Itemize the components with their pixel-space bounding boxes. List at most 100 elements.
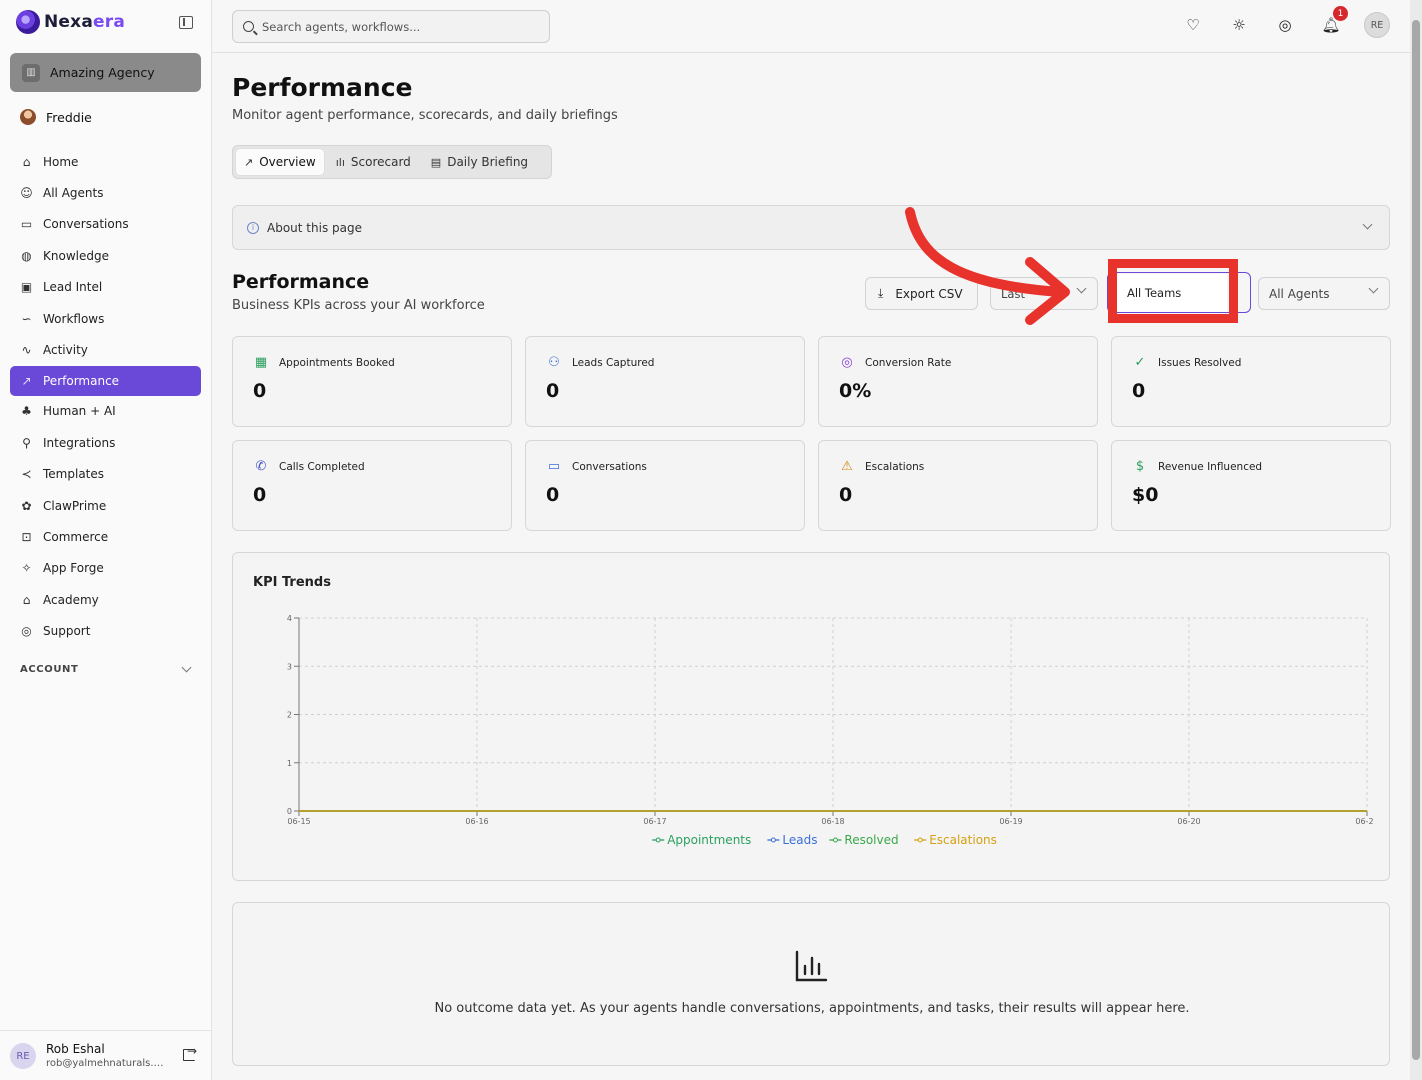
sidebar-footer: RE Rob Eshal rob@yalmehnaturals.c... (0, 1030, 212, 1080)
outcome-empty-text: No outcome data yet. As your agents hand… (434, 1001, 1190, 1016)
tab-overview[interactable]: ↗ Overview (236, 149, 324, 175)
search-box[interactable] (232, 10, 550, 43)
sidebar-item-lead-intel[interactable]: ▣ Lead Intel (10, 272, 201, 303)
conversations-icon: ▭ (20, 217, 33, 232)
top-avatar[interactable]: RE (1364, 12, 1390, 38)
lead-intel-icon: ▣ (20, 280, 33, 295)
sidebar-item-support[interactable]: ◎ Support (10, 615, 201, 646)
help-lifebuoy-icon[interactable]: ◎ (1272, 12, 1298, 38)
sidebar-item-integrations[interactable]: ⚲ Integrations (10, 427, 201, 458)
user-name: Freddie (46, 109, 92, 125)
sidebar-item-academy[interactable]: ⌂ Academy (10, 584, 201, 615)
sidebar-item-label: Performance (43, 373, 120, 388)
kpi-value: 0 (253, 484, 267, 506)
about-label: About this page (267, 220, 362, 235)
sidebar-item-human-ai[interactable]: ♣ Human + AI (10, 396, 201, 427)
escalations-icon: ⚠ (841, 459, 853, 474)
kpi-value: 0 (253, 380, 267, 402)
red-arrow-annotation (905, 207, 1070, 325)
highlight-box (1108, 259, 1238, 323)
heart-icon[interactable]: ♡ (1180, 12, 1206, 38)
sidebar-item-label: Knowledge (43, 248, 109, 263)
kpi-card-leads-captured: ⚇ Leads Captured 0 (525, 336, 805, 427)
about-page-accordion[interactable]: i About this page (232, 205, 1390, 250)
human-ai-icon: ♣ (21, 404, 32, 419)
activity-icon: ∿ (21, 343, 32, 358)
agency-switcher[interactable]: ▥ Amazing Agency (10, 53, 201, 92)
page-tabs: ↗ Overview ılı Scorecard ▤ Daily Briefing (232, 145, 552, 179)
sidebar-collapse-icon[interactable] (179, 16, 193, 29)
sidebar-item-templates[interactable]: ≺ Templates (10, 459, 201, 490)
sidebar-item-app-forge[interactable]: ✧ App Forge (10, 553, 201, 584)
kpi-label: Calls Completed (279, 460, 365, 473)
chevron-down-icon (1362, 219, 1373, 230)
issues-resolved-icon: ✓ (1134, 355, 1146, 370)
kpi-label: Conversion Rate (865, 356, 952, 369)
sidebar-item-clawprime[interactable]: ✿ ClawPrime (10, 490, 201, 521)
sidebar-item-label: Support (43, 624, 91, 639)
kpi-label: Revenue Influenced (1158, 460, 1263, 473)
sidebar-item-activity[interactable]: ∿ Activity (10, 334, 201, 365)
brand-logo[interactable]: Nexaera (16, 10, 125, 34)
x-tick-label: 06-21 (1355, 817, 1373, 826)
kpi-value: 0% (839, 380, 872, 402)
logo-icon (16, 10, 40, 34)
agency-name: Amazing Agency (50, 65, 155, 80)
footer-user-email: rob@yalmehnaturals.c... (46, 1058, 166, 1069)
sidebar-item-home[interactable]: ⌂ Home (10, 146, 201, 177)
logout-icon[interactable] (183, 1044, 197, 1061)
top-bar: ♡ ☼ ◎ 🔔︎1 RE (212, 0, 1410, 53)
sidebar-item-workflows[interactable]: ∽ Workflows (10, 303, 201, 334)
scroll-thumb[interactable] (1412, 20, 1420, 1060)
sidebar-item-label: All Agents (43, 186, 104, 201)
legend-label-leads: Leads (782, 833, 817, 847)
commerce-icon: ⊡ (21, 529, 32, 544)
page-scrollbar[interactable] (1410, 0, 1422, 1080)
info-icon: i (247, 221, 259, 234)
footer-avatar[interactable]: RE (10, 1043, 36, 1069)
kpi-value: $0 (1132, 484, 1159, 506)
performance-icon: ↗ (21, 373, 32, 388)
sidebar-item-knowledge[interactable]: ◍ Knowledge (10, 240, 201, 271)
kpi-card-conversion-rate: ◎ Conversion Rate 0% (818, 336, 1098, 427)
brand-name: Nexaera (44, 12, 125, 32)
appointments-booked-icon: ▦ (254, 355, 268, 370)
legend-swatch-dot (770, 837, 776, 843)
sidebar-item-label: App Forge (43, 561, 104, 576)
sidebar-item-all-agents[interactable]: ☺ All Agents (10, 177, 201, 208)
section-title: Performance (232, 271, 370, 293)
x-tick-label: 06-19 (999, 817, 1022, 826)
chevron-down-icon (1368, 283, 1379, 294)
notifications-bell-icon[interactable]: 🔔︎ 1 (1318, 6, 1348, 38)
tab-label: Scorecard (350, 155, 411, 169)
sidebar-item-commerce[interactable]: ⊡ Commerce (10, 521, 201, 552)
building-icon: ▥ (22, 63, 40, 82)
sidebar-item-label: Commerce (43, 529, 109, 544)
tab-scorecard[interactable]: ılı Scorecard (328, 149, 419, 175)
all-agents-icon: ☺ (20, 186, 33, 201)
sidebar-item-label: Home (43, 154, 79, 169)
agents-select[interactable]: All Agents (1258, 277, 1390, 310)
legend-swatch-dot (917, 837, 923, 843)
tab-daily-briefing[interactable]: ▤ Daily Briefing (423, 149, 536, 175)
x-tick-label: 06-20 (1177, 817, 1200, 826)
legend-label-appointments: Appointments (667, 833, 751, 847)
legend-swatch-dot (655, 837, 661, 843)
sidebar-item-label: Integrations (43, 435, 116, 450)
kpi-value: 0 (1132, 380, 1146, 402)
kpi-value: 0 (546, 484, 560, 506)
integrations-icon: ⚲ (22, 435, 31, 450)
kpi-grid: ▦ Appointments Booked 0 ⚇ Leads Captured 0 ◎ Co… (232, 336, 1391, 531)
user-switcher[interactable]: Freddie (20, 109, 92, 125)
tab-label: Daily Briefing (447, 155, 529, 169)
templates-icon: ≺ (21, 467, 32, 482)
account-section-toggle[interactable]: ACCOUNT (20, 662, 192, 675)
theme-sun-icon[interactable]: ☼ (1226, 12, 1252, 38)
sidebar-item-performance[interactable]: ↗ Performance (10, 365, 201, 396)
kpi-card-appointments-booked: ▦ Appointments Booked 0 (232, 336, 512, 427)
sidebar-item-conversations[interactable]: ▭ Conversations (10, 209, 201, 240)
search-input[interactable] (262, 19, 532, 34)
kpi-label: Issues Resolved (1158, 356, 1242, 369)
kpi-value: 0 (546, 380, 560, 402)
agents-value: All Agents (1269, 286, 1330, 301)
